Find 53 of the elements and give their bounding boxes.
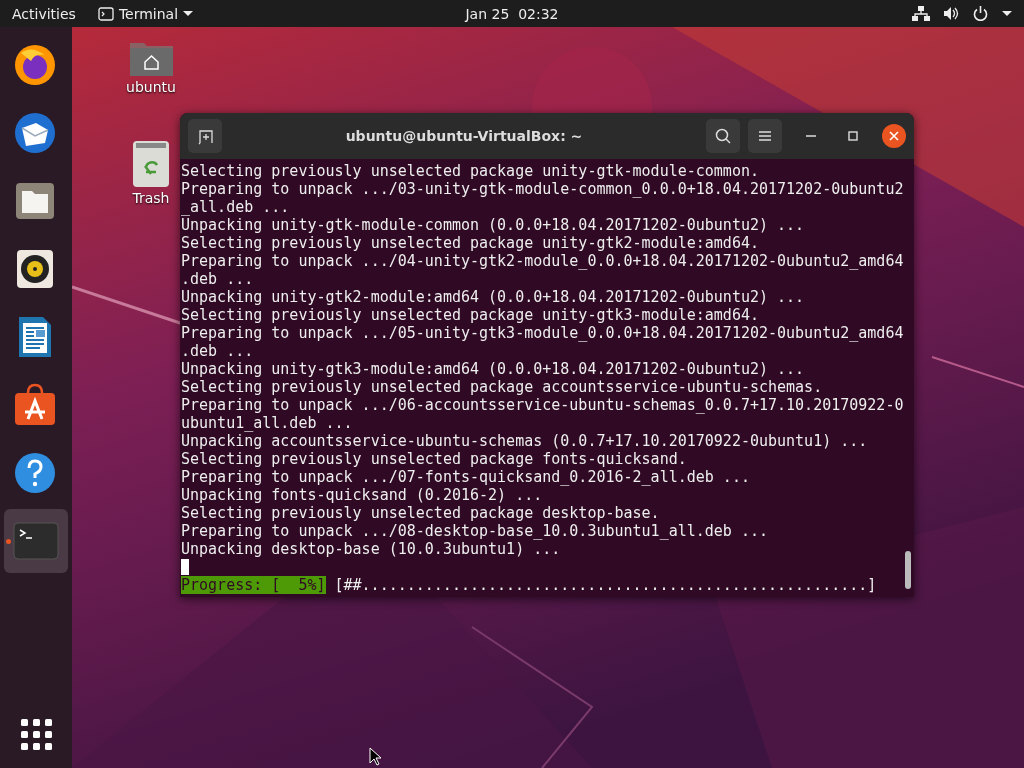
terminal-line: Preparing to unpack .../04-unity-gtk2-module_0.0.0+18.04.20171202-0ubuntu2_amd64: [181, 252, 905, 270]
terminal-icon: [13, 519, 59, 563]
caret-icon[interactable]: [1002, 11, 1012, 16]
terminal-line: Unpacking fonts-quicksand (0.2016-2) ...: [181, 486, 544, 504]
progress-text: [##........................................................]: [334, 576, 877, 594]
app-menu[interactable]: Terminal: [91, 5, 200, 22]
terminal-line: Unpacking accountsservice-ubuntu-schemas (0.0.7+17.10.20170922-0ubuntu1) ...: [181, 432, 869, 450]
network-icon[interactable]: [912, 6, 930, 21]
running-dot: [6, 539, 11, 544]
terminal-line: ubuntu1_all.deb ...: [181, 414, 354, 432]
trash-icon[interactable]: [132, 140, 170, 188]
terminal-line: Selecting previously unselected package accountsservice-ubuntu-schemas.: [181, 378, 824, 396]
scrollbar[interactable]: [905, 551, 911, 589]
terminal-line: Preparing to unpack .../03-unity-gtk-module-common_0.0.0+18.04.20171202-0ubuntu2: [181, 180, 905, 198]
pointer-icon: [369, 747, 383, 767]
terminal-line: Selecting previously unselected package unity-gtk3-module:amd64.: [181, 306, 760, 324]
terminal-line: Unpacking unity-gtk-module-common (0.0.0+18.04.20171202-0ubuntu2) ...: [181, 216, 806, 234]
terminal-line: Selecting previously unselected package fonts-quicksand.: [181, 450, 688, 468]
window-title: ubuntu@ubuntu-VirtualBox: ~: [344, 128, 584, 144]
terminal-line: .deb ...: [181, 342, 255, 360]
new-tab-button[interactable]: [188, 119, 222, 153]
activities-button[interactable]: Activities: [12, 5, 76, 22]
new-tab-icon: [196, 127, 214, 145]
terminal-line: Selecting previously unselected package unity-gtk-module-common.: [181, 162, 760, 180]
power-icon[interactable]: [973, 6, 988, 21]
app-grid-icon[interactable]: [20, 719, 52, 750]
terminal-icon: [97, 6, 114, 21]
terminal-line: Preparing to unpack .../05-unity-gtk3-module_0.0.0+18.04.20171202-0ubuntu2_amd64: [181, 324, 905, 342]
search-icon: [715, 128, 731, 144]
text-cursor: [181, 559, 189, 575]
close-icon: [889, 131, 899, 141]
terminal-line: Unpacking desktop-base (10.0.3ubuntu1) ...: [181, 540, 562, 558]
maximize-icon: [848, 131, 858, 141]
icon-label[interactable]: ubuntu: [126, 79, 176, 95]
terminal-line: Preparing to unpack .../06-accountsservice-ubuntu-schemas_0.0.7+17.10.20170922-0: [181, 396, 905, 414]
terminal-line: _all.deb ...: [181, 198, 291, 216]
clock[interactable]: Jan 25 02:32: [465, 5, 559, 22]
terminal-line: Preparing to unpack .../08-desktop-base_10.0.3ubuntu1_all.deb ...: [181, 522, 769, 540]
terminal-line: Unpacking unity-gtk3-module:amd64 (0.0.0+18.04.20171202-0ubuntu2) ...: [181, 360, 806, 378]
menu-icon: [758, 130, 772, 142]
icon-label[interactable]: Trash: [132, 190, 170, 206]
progress-label: Progress: [ 5%]: [181, 576, 326, 594]
terminal-line: Selecting previously unselected package desktop-base.: [181, 504, 661, 522]
search-button[interactable]: [706, 119, 740, 153]
close-button[interactable]: [882, 124, 906, 148]
menu-button[interactable]: [748, 119, 782, 153]
terminal-line: Selecting previously unselected package unity-gtk2-module:amd64.: [181, 234, 760, 252]
terminal-line: Preparing to unpack .../07-fonts-quicksand_0.2016-2_all.deb ...: [181, 468, 751, 486]
terminal-line: .deb ...: [181, 270, 255, 288]
volume-icon[interactable]: [944, 6, 959, 21]
caret-icon: [183, 11, 194, 16]
terminal-line: Unpacking unity-gtk2-module:amd64 (0.0.0+18.04.20171202-0ubuntu2) ...: [181, 288, 806, 306]
minimize-icon: [806, 135, 816, 137]
